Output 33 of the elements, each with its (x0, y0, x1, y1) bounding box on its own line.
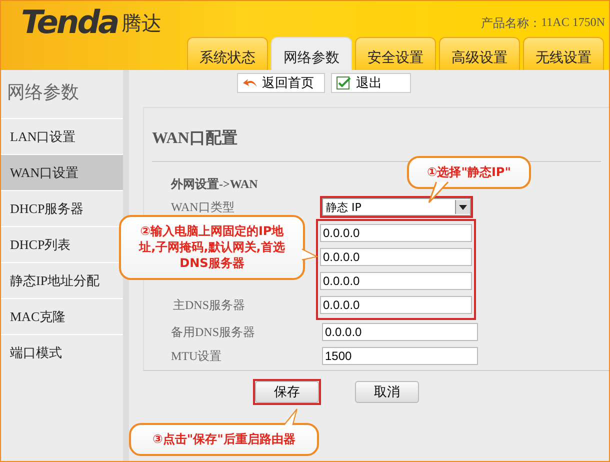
callout-pointer-icon (429, 181, 451, 205)
checklist-icon (336, 76, 352, 90)
callout-bubble: ②输入电脑上网固定的IP地址,子网掩码,默认网关,首选DNS服务器 (119, 215, 305, 280)
nav-tab[interactable]: 高级设置 (439, 37, 520, 70)
callout-bubble: ③点击"保存"后重启路由器 (129, 423, 319, 456)
input-field[interactable]: 1500 (322, 347, 478, 365)
field-label: 备用DNS服务器 (171, 324, 256, 338)
nav-tab[interactable]: 网络参数 (271, 37, 352, 70)
product-name: 11AC 1750N (541, 15, 605, 31)
field-label: MTU设置 (171, 348, 222, 362)
input-field[interactable]: 0.0.0.0 (322, 323, 478, 341)
sidebar-title: 网络参数 (6, 81, 80, 105)
input-field[interactable]: 0.0.0.0 (320, 272, 472, 290)
logo-text: Tenda (21, 3, 118, 41)
logo-chinese-text: 腾达 (122, 10, 162, 37)
product-label: 产品名称： (481, 15, 542, 32)
field-label: 主DNS服务器 (173, 298, 246, 312)
cancel-button[interactable]: 取消 (355, 381, 419, 403)
nav-tab[interactable]: 无线设置 (523, 37, 604, 70)
input-field[interactable]: 0.0.0.0 (320, 296, 472, 314)
field-label: WAN口类型 (171, 200, 234, 214)
input-field[interactable]: 0.0.0.0 (320, 224, 472, 242)
home-button[interactable]: 返回首页 (237, 73, 325, 93)
sidebar-item[interactable]: WAN口设置 (1, 154, 123, 190)
callout-bubble: ①选择"静态IP" (407, 156, 531, 189)
back-arrow-icon (242, 77, 258, 89)
caret-icon (459, 204, 467, 210)
save-button[interactable]: 保存 (255, 381, 319, 403)
section-heading: 外网设置->WAN (171, 176, 259, 193)
nav-tab[interactable]: 安全设置 (355, 37, 436, 70)
callout-pointer-icon (281, 409, 299, 425)
exit-button[interactable]: 退出 (331, 73, 411, 93)
nav-tab[interactable]: 系统状态 (187, 37, 268, 70)
